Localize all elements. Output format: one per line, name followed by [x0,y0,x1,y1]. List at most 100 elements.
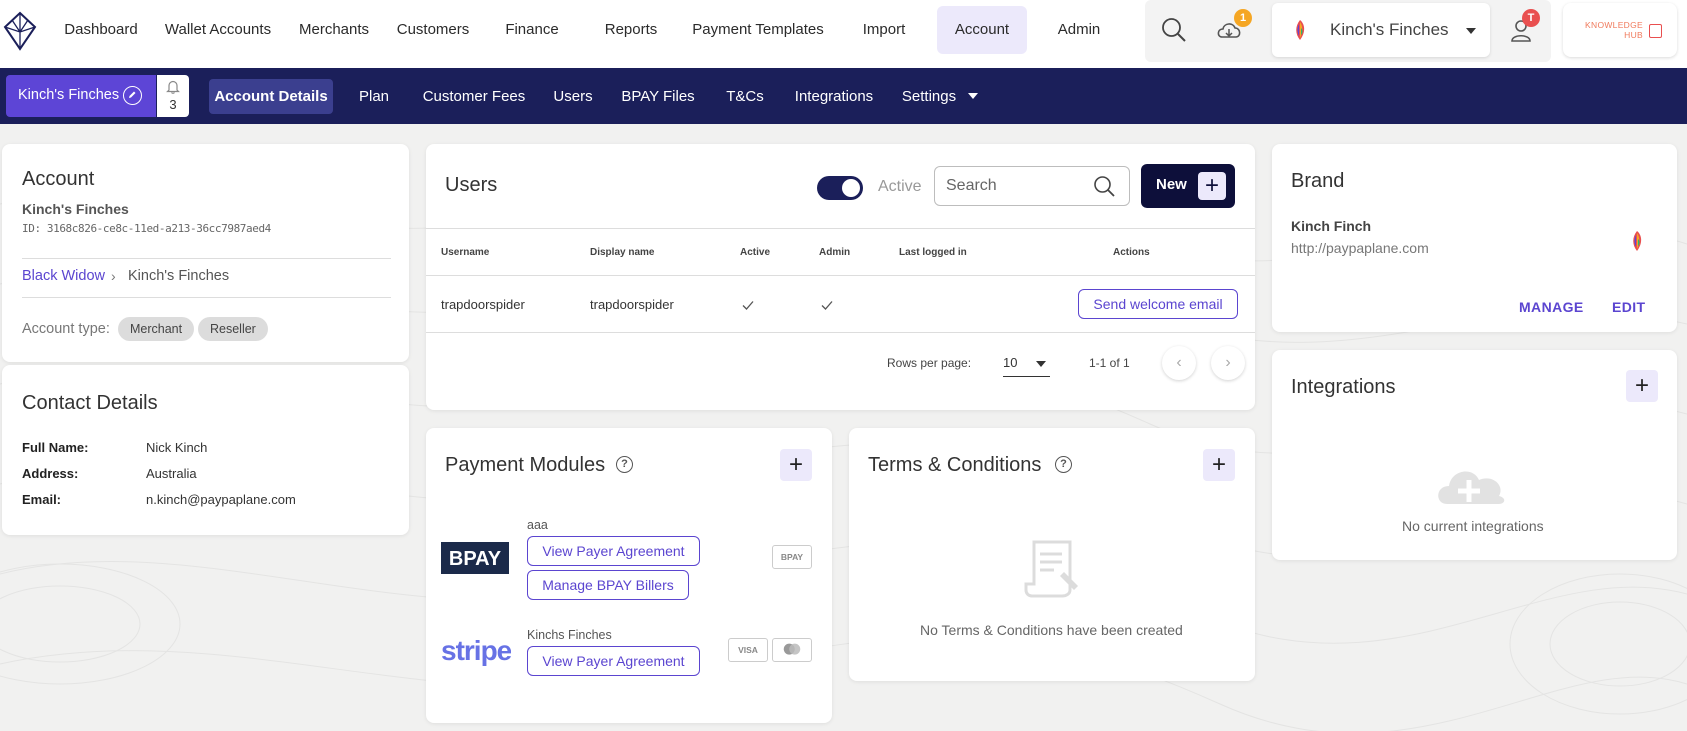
terms-empty-message: No Terms & Conditions have been created [920,622,1183,638]
knowledge-hub-label: KNOWLEDGE HUB [1585,20,1643,40]
view-payer-agreement-button[interactable]: View Payer Agreement [527,646,700,676]
integrations-empty-message: No current integrations [1402,518,1544,534]
column-header-display-name[interactable]: Display name [590,247,654,258]
brand-name: Kinch Finch [1291,218,1372,234]
plus-icon: + [1198,172,1226,200]
account-id: ID: 3168c826-ce8c-11ed-a213-36cc7987aed4 [22,222,271,235]
account-type-chip-merchant: Merchant [118,317,195,341]
terms-title: Terms & Conditions [868,454,1042,476]
rows-per-page-select[interactable]: 10 [1003,355,1050,377]
cell-display-name: trapdoorspider [590,297,674,312]
download-count-badge: 1 [1234,9,1252,27]
column-header-actions: Actions [1113,247,1150,258]
merchant-chip-label: Kinch's Finches [18,87,120,103]
tab-account-details[interactable]: Account Details [209,79,333,114]
bpay-card-icon: BPAY [772,545,812,569]
svg-text:BPAY: BPAY [449,548,502,570]
email-value: n.kinch@paypaplane.com [146,492,296,507]
visa-icon: VISA [728,638,768,662]
breadcrumb-parent-link[interactable]: Black Widow [22,268,105,284]
nav-dashboard[interactable]: Dashboard [56,6,146,54]
stripe-logo-icon: stripe [441,635,511,666]
new-user-button[interactable]: New + [1141,164,1235,208]
logo-icon[interactable] [2,10,38,52]
active-toggle[interactable] [817,176,863,200]
nav-merchants[interactable]: Merchants [292,6,376,54]
mastercard-icon [772,638,812,662]
tab-bpay-files[interactable]: BPAY Files [617,79,699,114]
contact-details-card: Contact Details Full Name: Nick Kinch Ad… [2,365,409,535]
notifications-chip[interactable]: 3 [157,75,189,117]
tab-integrations[interactable]: Integrations [788,79,880,114]
account-title: Account [22,168,95,190]
pagination-range: 1-1 of 1 [1089,356,1130,370]
check-icon [742,301,754,310]
knowledge-hub-button[interactable]: KNOWLEDGE HUB [1563,3,1677,57]
chevron-down-icon [1036,361,1046,367]
merchant-chip[interactable]: Kinch's Finches [6,75,156,117]
add-terms-button[interactable]: + [1203,449,1235,481]
help-icon[interactable]: ? [616,456,633,473]
account-subnav: Kinch's Finches 3 Account Details Plan C… [0,68,1687,124]
address-value: Australia [146,466,197,481]
document-icon [1024,540,1078,598]
nav-import[interactable]: Import [850,6,918,54]
users-title: Users [445,174,498,196]
column-header-username[interactable]: Username [441,247,489,258]
nav-account[interactable]: Account [937,6,1027,54]
check-icon [821,301,833,310]
nav-finance[interactable]: Finance [496,6,568,54]
merchant-logo-icon [1296,20,1305,40]
brand-logo-icon [1633,231,1642,251]
nav-wallet-accounts[interactable]: Wallet Accounts [156,6,280,54]
address-label: Address: [22,466,79,481]
contact-details-title: Contact Details [22,392,158,414]
tab-users[interactable]: Users [548,79,598,114]
email-label: Email: [22,492,62,507]
view-payer-agreement-button[interactable]: View Payer Agreement [527,536,700,566]
help-icon[interactable]: ? [1055,456,1072,473]
nav-payment-templates[interactable]: Payment Templates [688,6,828,54]
toggle-knob [842,179,860,197]
send-welcome-email-button[interactable]: Send welcome email [1078,289,1238,319]
search-icon[interactable] [1093,175,1116,198]
bpay-logo-icon: BPAY [441,542,509,574]
chevron-down-icon [1466,28,1476,34]
tab-tcs[interactable]: T&Cs [720,79,770,114]
tab-customer-fees[interactable]: Customer Fees [418,79,530,114]
cloud-plus-icon [1438,471,1505,504]
rows-per-page-label: Rows per page: [887,356,972,370]
full-name-value: Nick Kinch [146,440,208,455]
column-header-admin[interactable]: Admin [819,247,850,258]
add-payment-module-button[interactable]: + [780,449,812,481]
breadcrumb-separator: › [111,268,116,284]
tab-plan[interactable]: Plan [350,79,398,114]
user-badge: T [1522,9,1540,27]
manage-brand-button[interactable]: MANAGE [1519,299,1584,315]
chevron-down-icon[interactable] [968,93,978,99]
column-header-active[interactable]: Active [740,247,770,258]
breadcrumb-current: Kinch's Finches [128,268,230,284]
search-icon[interactable] [1160,16,1188,44]
tab-settings[interactable]: Settings [896,79,962,114]
integrations-title: Integrations [1291,376,1396,398]
edit-brand-button[interactable]: EDIT [1612,299,1646,315]
merchant-select[interactable]: Kinch's Finches [1272,3,1490,57]
divider [22,258,391,259]
svg-text:stripe: stripe [441,635,511,666]
payment-modules-title: Payment Modules [445,454,606,476]
add-integration-button[interactable]: + [1626,370,1658,402]
edit-icon[interactable] [123,86,142,105]
nav-admin[interactable]: Admin [1046,6,1112,54]
book-icon [1649,24,1662,38]
nav-customers[interactable]: Customers [390,6,476,54]
bell-icon [166,80,180,94]
active-toggle-label: Active [878,178,922,195]
manage-bpay-billers-button[interactable]: Manage BPAY Billers [527,570,689,600]
next-page-button[interactable]: › [1211,346,1245,380]
nav-reports[interactable]: Reports [594,6,668,54]
merchant-select-value: Kinch's Finches [1330,20,1449,39]
column-header-last-logged-in[interactable]: Last logged in [899,247,967,258]
previous-page-button[interactable]: ‹ [1162,346,1196,380]
rows-per-page-value: 10 [1003,355,1018,370]
